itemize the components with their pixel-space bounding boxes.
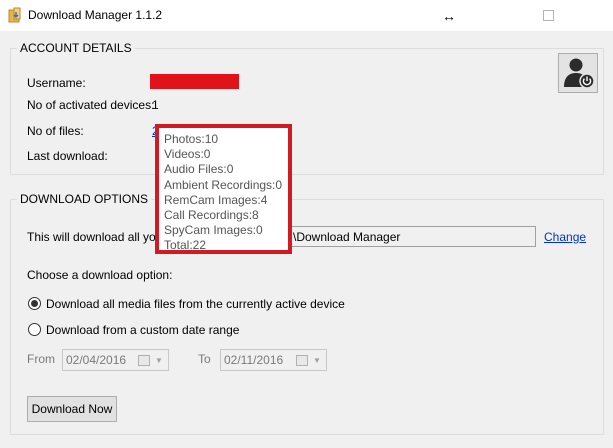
to-date-picker[interactable]: 02/11/2016 ▼ (220, 349, 327, 371)
option-all-radio[interactable] (28, 297, 41, 310)
tooltip-line-spycam: SpyCam Images:0 (164, 223, 263, 238)
folder-download-icon (8, 7, 21, 23)
last-download-label: Last download: (27, 149, 108, 163)
username-label: Username: (27, 76, 86, 90)
from-label: From (27, 352, 55, 366)
tooltip-line-total: Total:22 (164, 238, 207, 253)
username-redacted (150, 74, 239, 89)
calendar-icon (296, 354, 308, 366)
title-bar: Download Manager 1.1.2 ↔ (0, 0, 613, 31)
from-date-value: 02/04/2016 (66, 353, 127, 367)
download-path-field[interactable]: \Download Manager (288, 226, 536, 247)
files-breakdown-tooltip: Photos:10 Videos:0 Audio Files:0 Ambient… (155, 124, 292, 254)
tooltip-line-calls: Call Recordings:8 (164, 208, 259, 223)
change-path-link[interactable]: Change (544, 230, 586, 244)
chevron-down-icon: ▼ (313, 355, 321, 365)
option-range-label[interactable]: Download from a custom date range (46, 323, 239, 337)
radio-selected-dot (31, 300, 38, 307)
user-power-icon (564, 58, 595, 89)
download-now-button[interactable]: Download Now (27, 396, 117, 422)
user-power-button[interactable] (558, 53, 598, 93)
files-label: No of files: (27, 124, 84, 138)
maximize-button[interactable] (525, 0, 571, 31)
to-label: To (198, 352, 211, 366)
download-path-value: \Download Manager (293, 230, 401, 244)
tooltip-line-ambient: Ambient Recordings:0 (164, 177, 283, 192)
download-options-legend: DOWNLOAD OPTIONS (17, 192, 152, 206)
tooltip-line-audio: Audio Files:0 (164, 162, 234, 177)
option-all-label[interactable]: Download all media files from the curren… (46, 297, 345, 311)
window-title: Download Manager 1.1.2 (28, 8, 163, 22)
account-details-legend: ACCOUNT DETAILS (17, 41, 135, 55)
tooltip-line-remcam: RemCam Images:4 (164, 192, 268, 207)
tooltip-line-photos: Photos:10 (164, 132, 219, 146)
resize-icon[interactable]: ↔ (426, 0, 472, 31)
chevron-down-icon: ▼ (155, 355, 163, 365)
to-date-value: 02/11/2016 (224, 353, 284, 367)
maximize-icon (542, 10, 554, 21)
calendar-icon (138, 354, 150, 366)
activated-devices-value: 1 (152, 98, 159, 112)
option-range-radio[interactable] (28, 323, 41, 336)
tooltip-line-videos: Videos:0 (164, 147, 211, 162)
from-date-picker[interactable]: 02/04/2016 ▼ (62, 349, 169, 371)
choose-option-label: Choose a download option: (27, 268, 173, 282)
activated-devices-label: No of activated devices: (27, 98, 155, 112)
